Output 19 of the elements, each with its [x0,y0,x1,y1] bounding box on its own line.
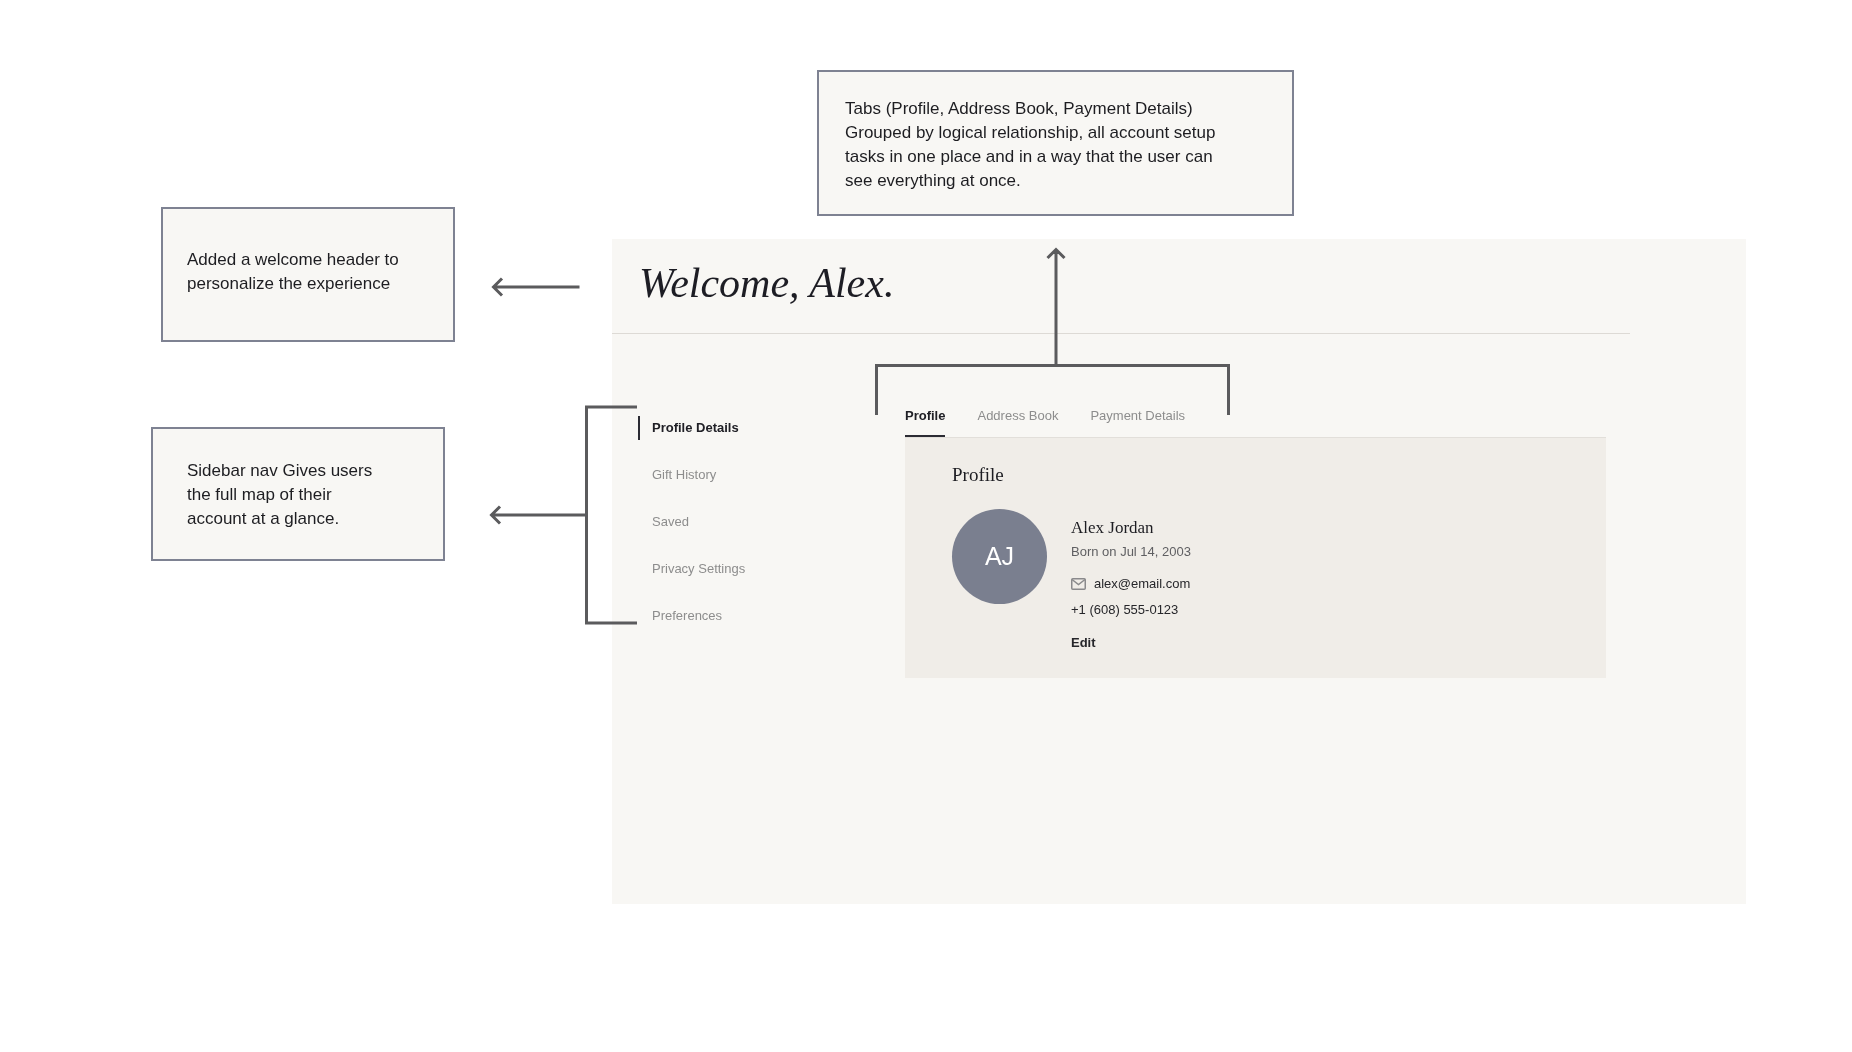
birth-date: Born on Jul 14, 2003 [1071,543,1191,561]
mail-icon [1071,578,1086,590]
tab[interactable]: Address Book [977,406,1059,437]
sidebar-item[interactable]: Profile Details [638,416,739,440]
annotation-text: Added a welcome header to personalize the experience [187,249,400,295]
sidebar-item[interactable]: Privacy Settings [638,557,746,581]
welcome-title: Welcome, Alex. [639,259,895,308]
sidebar-item[interactable]: Gift History [638,463,717,487]
annotation-text: Tabs (Profile, Address Book, Payment Details) Grouped by logical relationship, all account setup tasks in one place and in a way that the user can see everything at once. [845,98,1217,192]
tab[interactable]: Payment Details [1090,406,1186,437]
phone-text: +1 (608) 555-0123 [1071,601,1179,619]
edit-link[interactable]: Edit [1071,634,1096,652]
sidebar-item[interactable]: Preferences [638,604,723,628]
card-heading: Profile [952,463,1004,487]
sidebar-item[interactable]: Saved [638,510,689,534]
avatar: AJ [952,509,1047,604]
email-text: alex@email.com [1094,575,1191,593]
user-name: Alex Jordan [1071,517,1154,539]
annotation-text: Sidebar nav Gives users the full map of their account at a glance. [187,460,374,530]
